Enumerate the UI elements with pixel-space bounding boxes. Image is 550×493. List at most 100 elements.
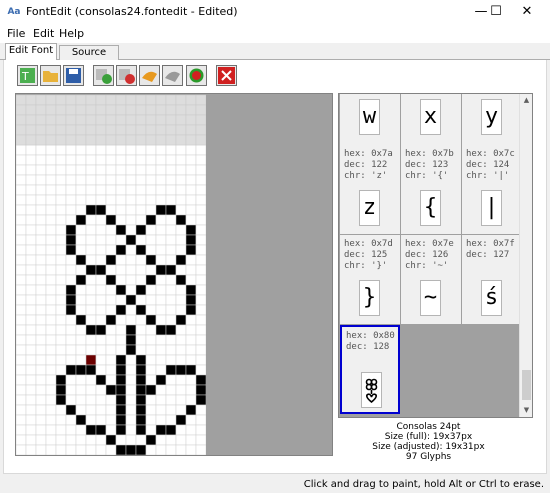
pixel-cell[interactable] xyxy=(16,184,27,196)
pixel-cell[interactable] xyxy=(125,254,137,266)
pixel-cell[interactable] xyxy=(165,184,177,196)
pixel-cell[interactable] xyxy=(195,214,206,226)
pixel-cell[interactable] xyxy=(16,194,27,206)
pixel-cell[interactable] xyxy=(115,244,127,256)
pixel-cell[interactable] xyxy=(35,384,47,396)
pixel-cell[interactable] xyxy=(175,264,187,276)
pixel-cell[interactable] xyxy=(25,314,37,326)
pixel-cell[interactable] xyxy=(65,264,77,276)
pixel-cell[interactable] xyxy=(185,304,197,316)
pixel-cell[interactable] xyxy=(25,384,37,396)
pixel-cell[interactable] xyxy=(75,274,87,286)
pixel-cell[interactable] xyxy=(155,424,167,436)
pixel-cell[interactable] xyxy=(85,344,97,356)
pixel-cell[interactable] xyxy=(55,314,67,326)
pixel-cell[interactable] xyxy=(95,404,107,416)
pixel-cell[interactable] xyxy=(25,424,37,436)
pixel-cell[interactable] xyxy=(125,304,137,316)
pixel-cell[interactable] xyxy=(16,264,27,276)
pixel-cell[interactable] xyxy=(135,304,147,316)
pixel-cell[interactable] xyxy=(55,224,67,236)
pixel-cell[interactable] xyxy=(45,224,57,236)
pixel-cell[interactable] xyxy=(16,204,27,216)
pixel-cell[interactable] xyxy=(25,394,37,406)
pixel-cell[interactable] xyxy=(35,314,47,326)
pixel-cell[interactable] xyxy=(25,234,37,246)
pixel-cell[interactable] xyxy=(145,244,157,256)
pixel-cell[interactable] xyxy=(16,154,27,166)
pixel-cell[interactable] xyxy=(35,304,47,316)
pixel-cell[interactable] xyxy=(16,384,27,396)
pixel-cell[interactable] xyxy=(75,214,87,226)
pixel-cell[interactable] xyxy=(65,224,77,236)
pixel-cell[interactable] xyxy=(135,184,147,196)
pixel-cell[interactable] xyxy=(175,204,187,216)
pixel-cell[interactable] xyxy=(45,314,57,326)
pixel-cell[interactable] xyxy=(115,214,127,226)
pixel-cell[interactable] xyxy=(195,184,206,196)
pixel-cell[interactable] xyxy=(105,314,117,326)
pixel-cell[interactable] xyxy=(115,434,127,446)
pixel-cell[interactable] xyxy=(125,384,137,396)
pixel-cell[interactable] xyxy=(25,444,37,455)
pixel-cell[interactable] xyxy=(175,404,187,416)
pixel-cell[interactable] xyxy=(16,284,27,296)
pixel-cell[interactable] xyxy=(105,214,117,226)
pixel-cell[interactable] xyxy=(125,234,137,246)
pixel-cell[interactable] xyxy=(95,264,107,276)
pixel-cell[interactable] xyxy=(165,424,177,436)
pixel-cell[interactable] xyxy=(16,164,27,176)
pixel-cell[interactable] xyxy=(75,304,87,316)
pixel-cell[interactable] xyxy=(75,194,87,206)
pixel-cell[interactable] xyxy=(55,414,67,426)
pixel-grid[interactable] xyxy=(16,94,206,455)
pixel-cell[interactable] xyxy=(85,314,97,326)
pixel-cell[interactable] xyxy=(145,154,157,166)
pixel-cell[interactable] xyxy=(125,204,137,216)
paste-glyph-button[interactable] xyxy=(162,65,183,86)
pixel-cell[interactable] xyxy=(165,304,177,316)
pixel-cell[interactable] xyxy=(125,404,137,416)
pixel-cell[interactable] xyxy=(65,244,77,256)
pixel-cell[interactable] xyxy=(175,194,187,206)
pixel-cell[interactable] xyxy=(145,234,157,246)
record-button[interactable] xyxy=(186,65,207,86)
pixel-cell[interactable] xyxy=(115,194,127,206)
pixel-cell[interactable] xyxy=(25,304,37,316)
pixel-cell[interactable] xyxy=(35,194,47,206)
pixel-cell[interactable] xyxy=(45,334,57,346)
save-button[interactable] xyxy=(63,65,84,86)
pixel-cell[interactable] xyxy=(95,164,107,176)
pixel-cell[interactable] xyxy=(115,324,127,336)
pixel-cell[interactable] xyxy=(175,294,187,306)
glyph-cell[interactable]: hex: 0x80 dec: 128 xyxy=(340,325,400,414)
pixel-cell[interactable] xyxy=(45,254,57,266)
pixel-cell[interactable] xyxy=(16,174,27,186)
pixel-cell[interactable] xyxy=(185,394,197,406)
pixel-cell[interactable] xyxy=(175,354,187,366)
pixel-cell[interactable] xyxy=(65,354,77,366)
pixel-cell[interactable] xyxy=(165,354,177,366)
pixel-cell[interactable] xyxy=(55,334,67,346)
glyph-cell[interactable]: hex: 0x7e dec: 126 chr: '~' ~ xyxy=(401,235,461,324)
pixel-cell[interactable] xyxy=(16,144,27,156)
pixel-cell[interactable] xyxy=(125,184,137,196)
pixel-cell[interactable] xyxy=(115,224,127,236)
menu-file[interactable]: File xyxy=(7,27,25,40)
pixel-cell[interactable] xyxy=(125,164,137,176)
pixel-cell[interactable] xyxy=(85,304,97,316)
menu-edit[interactable]: Edit xyxy=(33,27,54,40)
pixel-cell[interactable] xyxy=(165,374,177,386)
pixel-cell[interactable] xyxy=(105,204,117,216)
pixel-cell[interactable] xyxy=(145,324,157,336)
pixel-cell[interactable] xyxy=(155,224,167,236)
pixel-cell[interactable] xyxy=(135,234,147,246)
pixel-cell[interactable] xyxy=(85,444,97,455)
pixel-cell[interactable] xyxy=(165,274,177,286)
pixel-cell[interactable] xyxy=(145,224,157,236)
pixel-cell[interactable] xyxy=(45,384,57,396)
pixel-cell[interactable] xyxy=(165,164,177,176)
pixel-cell[interactable] xyxy=(35,404,47,416)
pixel-cell[interactable] xyxy=(135,264,147,276)
pixel-cell[interactable] xyxy=(175,384,187,396)
